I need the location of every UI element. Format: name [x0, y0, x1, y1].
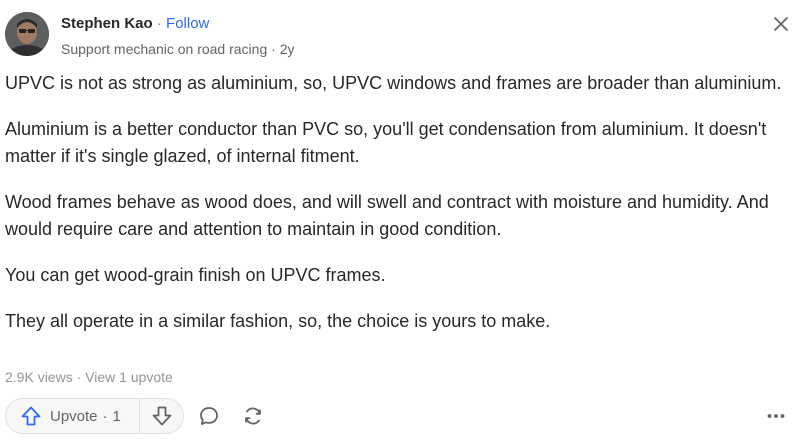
separator-dot: ·	[76, 369, 82, 385]
view-count: 2.9K views	[5, 369, 73, 385]
answer-paragraph: Aluminium is a better conductor than PVC…	[5, 119, 767, 166]
answer-card: Stephen Kao · Follow Support mechanic on…	[0, 0, 804, 444]
upvote-arrow-icon	[21, 406, 41, 426]
answer-paragraph: Wood frames behave as wood does, and wil…	[5, 192, 769, 239]
view-upvotes-link[interactable]: View 1 upvote	[85, 369, 173, 385]
close-icon	[774, 17, 788, 31]
separator-dot: ·	[156, 15, 162, 32]
upvote-label: Upvote	[50, 407, 98, 425]
downvote-button[interactable]	[140, 399, 183, 433]
vote-group: Upvote · 1	[5, 398, 184, 434]
answer-paragraph: You can get wood-grain finish on UPVC fr…	[5, 265, 386, 285]
follow-button[interactable]: Follow	[166, 15, 209, 32]
answer-stats: 2.9K views · View 1 upvote	[5, 367, 173, 387]
comment-bubble-icon	[200, 407, 218, 425]
upvote-count: 1	[112, 407, 121, 425]
more-dots-icon	[767, 414, 785, 418]
answer-time[interactable]: 2y	[280, 41, 295, 57]
separator-dot: ·	[271, 41, 276, 57]
more-options-button[interactable]	[759, 399, 793, 433]
downvote-arrow-icon	[152, 406, 171, 426]
separator-dot: ·	[102, 407, 108, 425]
answer-body: UPVC is not as strong as aluminium, so, …	[5, 70, 795, 354]
answer-paragraph: UPVC is not as strong as aluminium, so, …	[5, 73, 782, 93]
close-button[interactable]	[768, 11, 794, 37]
answer-paragraph: They all operate in a similar fashion, s…	[5, 311, 551, 331]
avatar[interactable]	[5, 12, 49, 56]
comment-button[interactable]	[192, 399, 226, 433]
share-cycle-icon	[245, 407, 261, 425]
avatar-image	[5, 12, 49, 56]
author-credential[interactable]: Support mechanic on road racing	[61, 41, 267, 57]
upvote-button[interactable]: Upvote · 1	[6, 399, 140, 433]
credential-line: Support mechanic on road racing · 2y	[61, 39, 294, 59]
share-button[interactable]	[236, 399, 270, 433]
author-name[interactable]: Stephen Kao	[61, 15, 153, 32]
author-line: Stephen Kao · Follow	[61, 14, 209, 34]
